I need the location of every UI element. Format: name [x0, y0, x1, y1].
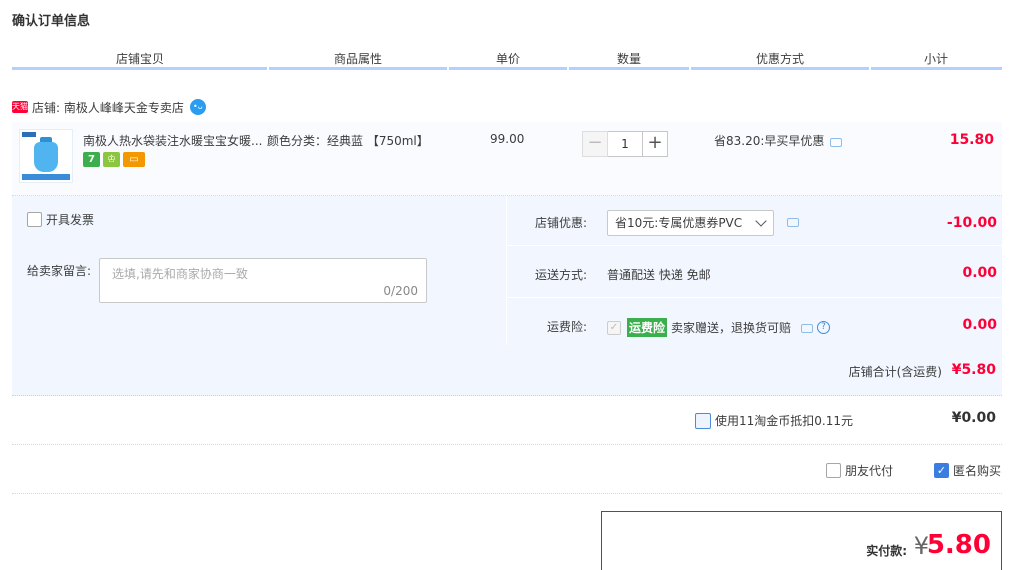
- shop-discount-label: 店铺优惠:: [534, 216, 587, 230]
- insurance-label: 运费险:: [546, 320, 587, 334]
- coins-checkbox[interactable]: [695, 412, 711, 429]
- coupon-select[interactable]: 省10元:专属优惠券PVC: [607, 210, 774, 236]
- insurance-value: 0.00: [962, 317, 997, 333]
- shipping-insurance-row: 运费险: ✓ 运费险 卖家赠送，退换货可赔 ? 0.00: [507, 300, 1003, 350]
- 7-day-return-icon[interactable]: 7: [83, 152, 100, 167]
- shop-name-link[interactable]: 店铺: 南极人峰峰天金专卖店: [32, 99, 184, 116]
- header-divider: [689, 67, 691, 70]
- quantity-minus-button[interactable]: −: [582, 131, 608, 157]
- header-divider: [567, 67, 569, 70]
- header-divider: [267, 67, 269, 70]
- payment-amount: 5.80: [926, 530, 991, 560]
- col-shop-item: 店铺宝贝: [115, 52, 164, 66]
- col-quantity: 数量: [616, 52, 641, 66]
- col-discount: 优惠方式: [755, 52, 804, 66]
- comment-icon[interactable]: [787, 218, 799, 227]
- taobao-coins-row: 使用11淘金币抵扣0.11元 ¥0.00: [12, 397, 1002, 445]
- coupon-selected-value: 省10元:专属优惠券PVC: [615, 216, 743, 230]
- hot-water-bottle-image: [34, 142, 58, 172]
- promo-discount: 省83.20:早买早优惠: [714, 132, 843, 149]
- tmall-badge-icon: 天猫: [12, 101, 28, 113]
- message-char-counter: 0/200: [383, 284, 418, 298]
- page-title: 确认订单信息: [12, 14, 91, 29]
- anonymous-label: 匿名购买: [953, 464, 1002, 478]
- invoice-checkbox[interactable]: [27, 212, 42, 227]
- unit-price: 99.00: [490, 132, 525, 146]
- shop-discount-row: 店铺优惠: 省10元:专属优惠券PVC -10.00: [507, 196, 1003, 246]
- friend-pay-checkbox[interactable]: [826, 463, 841, 478]
- shipping-row: 运送方式: 普通配送 快递 免邮 0.00: [507, 248, 1003, 298]
- seller-message-textarea[interactable]: 选填,请先和商家协商一致 0/200: [99, 258, 427, 303]
- insurance-tag: 运费险: [627, 318, 668, 337]
- insurance-option: ✓ 运费险 卖家赠送，退换货可赔 ?: [607, 318, 831, 337]
- payment-label: 实付款:: [866, 544, 907, 558]
- order-detail-block: 开具发票 给卖家留言: 选填,请先和商家协商一致 0/200 店铺优惠: 省10…: [12, 196, 1003, 345]
- payment-options-row: 朋友代付 ✓ 匿名购买: [12, 446, 1002, 494]
- shipping-label: 运送方式:: [534, 268, 587, 282]
- insurance-text: 卖家赠送，退换货可赔: [671, 321, 792, 335]
- buyer-options-panel: 开具发票 给卖家留言: 选填,请先和商家协商一致 0/200: [12, 196, 506, 345]
- guarantee-icon[interactable]: ♔: [103, 152, 120, 167]
- coins-label: 使用11淘金币抵扣0.11元: [715, 414, 853, 428]
- product-sku: 颜色分类：经典蓝 【750ml】: [267, 134, 429, 148]
- header-underline: [12, 67, 1002, 70]
- cart-item-row: 南极人热水袋装注水暖宝宝女暖... 7 ♔ ▭ 颜色分类：经典蓝 【750ml】…: [12, 122, 1002, 196]
- promo-text: 省83.20:早买早优惠: [714, 134, 825, 148]
- chevron-down-icon: [755, 215, 767, 227]
- thumb-brand-tag: [22, 132, 36, 137]
- shop-total-row: 店铺合计(含运费) ¥5.80: [12, 345, 1002, 396]
- product-name-link[interactable]: 南极人热水袋装注水暖宝宝女暖...: [83, 132, 265, 149]
- quantity-input[interactable]: 1: [608, 131, 642, 157]
- quantity-plus-button[interactable]: +: [642, 131, 668, 157]
- anonymous-checkbox[interactable]: ✓: [934, 463, 949, 478]
- help-icon[interactable]: ?: [817, 321, 831, 334]
- comment-icon[interactable]: [801, 324, 814, 333]
- col-unit-price: 单价: [495, 52, 520, 66]
- shipping-value: 0.00: [962, 265, 997, 281]
- quantity-stepper: − 1 +: [582, 131, 668, 157]
- anonymous-option[interactable]: ✓ 匿名购买: [934, 462, 1001, 479]
- invoice-label: 开具发票: [46, 213, 95, 227]
- shop-total-label: 店铺合计(含运费): [848, 365, 942, 379]
- col-attributes: 商品属性: [333, 52, 382, 66]
- wangwang-chat-icon[interactable]: •ᴗ: [189, 99, 206, 115]
- coins-value: ¥0.00: [951, 410, 996, 426]
- friend-pay-label: 朋友代付: [845, 464, 894, 478]
- shop-total-value: ¥5.80: [951, 362, 996, 378]
- invoice-option[interactable]: 开具发票: [27, 211, 94, 228]
- service-icons: 7 ♔ ▭: [83, 152, 145, 167]
- comment-icon[interactable]: [830, 138, 843, 147]
- shipping-method: 普通配送 快递 免邮: [607, 268, 711, 282]
- credit-card-icon[interactable]: ▭: [123, 152, 145, 167]
- friend-pay-option[interactable]: 朋友代付: [826, 462, 893, 479]
- pricing-panel: 店铺优惠: 省10元:专属优惠券PVC -10.00 运送方式: 普通配送 快递…: [506, 196, 1003, 345]
- col-subtotal: 小计: [923, 52, 948, 66]
- shop-discount-value: -10.00: [946, 215, 997, 231]
- column-header: 店铺宝贝 商品属性 单价 数量 优惠方式 小计: [12, 46, 1002, 70]
- message-label: 给卖家留言:: [27, 264, 92, 278]
- coins-option[interactable]: 使用11淘金币抵扣0.11元: [695, 412, 853, 429]
- header-divider: [447, 67, 449, 70]
- product-thumbnail[interactable]: [19, 129, 73, 183]
- insurance-checkbox: ✓: [607, 320, 621, 335]
- thumb-strip: [22, 174, 70, 180]
- payment-summary-box: 实付款: ¥ 5.80: [601, 511, 1002, 570]
- message-placeholder: 选填,请先和商家协商一致: [112, 267, 248, 281]
- item-subtotal: 15.80: [949, 132, 994, 148]
- shop-row: 天猫 店铺: 南极人峰峰天金专卖店 •ᴗ: [12, 98, 206, 116]
- header-divider: [869, 67, 871, 70]
